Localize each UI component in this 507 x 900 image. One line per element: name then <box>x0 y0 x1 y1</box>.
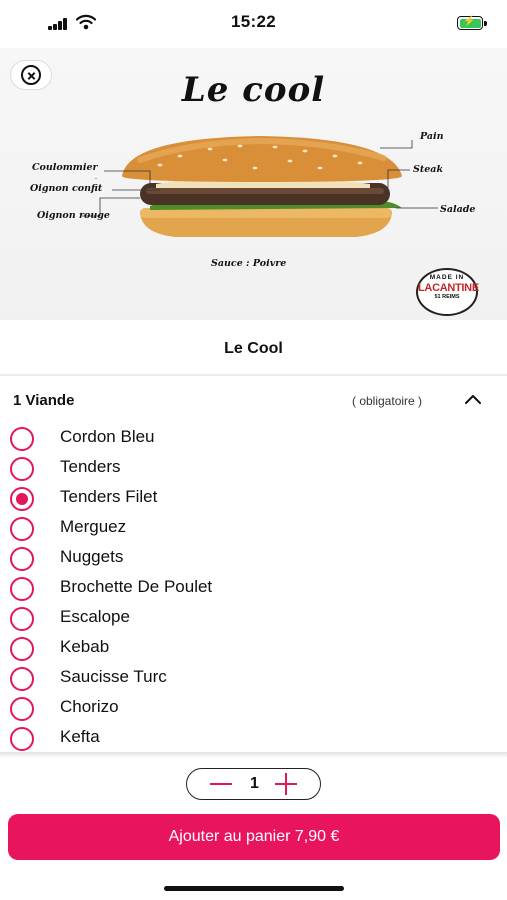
add-to-cart-button[interactable]: Ajouter au panier 7,90 € <box>8 814 500 860</box>
label-sauce: Sauce : Poivre <box>211 258 287 269</box>
chevron-up-icon[interactable] <box>462 392 484 408</box>
close-icon <box>21 65 41 85</box>
status-bar: 15:22 ⚡ <box>0 0 507 48</box>
list-bottom-shadow <box>0 752 507 758</box>
option-label: Tenders Filet <box>60 487 158 506</box>
brand-logo: MADE IN LACANTINE 51 REIMS <box>416 268 479 316</box>
divider <box>0 374 507 376</box>
battery-charging-icon: ⚡ <box>457 16 487 30</box>
option-label: Cordon Bleu <box>60 427 155 446</box>
radio-button[interactable] <box>10 517 34 541</box>
radio-button[interactable] <box>10 547 34 571</box>
radio-button[interactable] <box>10 607 34 631</box>
option-label: Merguez <box>60 517 127 536</box>
radio-button[interactable] <box>10 457 34 481</box>
option-label: Kebab <box>60 637 110 656</box>
radio-button[interactable] <box>10 697 34 721</box>
option-label: Saucisse Turc <box>60 667 167 686</box>
option-group-title: 1 Viande <box>13 392 75 409</box>
option-label: Chorizo <box>60 697 119 716</box>
plus-icon[interactable] <box>266 769 306 799</box>
option-tenders-filet[interactable]: Tenders Filet <box>0 482 507 512</box>
product-title: Le Cool <box>224 340 283 357</box>
option-label: Kefta <box>60 727 100 746</box>
option-label: Escalope <box>60 607 130 626</box>
radio-button[interactable] <box>10 667 34 691</box>
option-cordon-bleu[interactable]: Cordon Bleu <box>0 422 507 452</box>
option-nuggets[interactable]: Nuggets <box>0 542 507 572</box>
label-salade: Salade <box>440 204 476 215</box>
option-label: Brochette De Poulet <box>60 577 213 596</box>
home-indicator[interactable] <box>164 886 344 891</box>
label-oignon-rouge: Oignon rouge <box>37 210 110 221</box>
required-label: ( obligatoire ) <box>352 394 423 408</box>
option-escalope[interactable]: Escalope <box>0 602 507 632</box>
option-saucisse-turc[interactable]: Saucisse Turc <box>0 662 507 692</box>
label-steak: Steak <box>413 164 444 175</box>
option-brochette-de-poulet[interactable]: Brochette De Poulet <box>0 572 507 602</box>
option-kefta[interactable]: Kefta <box>0 722 507 752</box>
quantity-stepper: 1 <box>186 768 321 800</box>
close-button[interactable] <box>10 60 52 90</box>
radio-button[interactable] <box>10 727 34 751</box>
option-label: Nuggets <box>60 547 124 566</box>
radio-button[interactable] <box>10 427 34 451</box>
option-label: Tenders <box>60 457 121 476</box>
status-time: 15:22 <box>231 12 276 31</box>
product-image: Le cool Coulommier Oignon confit Oignon … <box>0 48 507 320</box>
option-tenders[interactable]: Tenders <box>0 452 507 482</box>
radio-button[interactable] <box>10 637 34 661</box>
option-merguez[interactable]: Merguez <box>0 512 507 542</box>
label-oignon-confit: Oignon confit <box>30 183 103 194</box>
label-pain: Pain <box>420 131 444 142</box>
label-coulommier: Coulommier <box>32 162 98 173</box>
option-chorizo[interactable]: Chorizo <box>0 692 507 722</box>
radio-button[interactable] <box>10 577 34 601</box>
option-kebab[interactable]: Kebab <box>0 632 507 662</box>
radio-button-selected[interactable] <box>10 487 34 511</box>
